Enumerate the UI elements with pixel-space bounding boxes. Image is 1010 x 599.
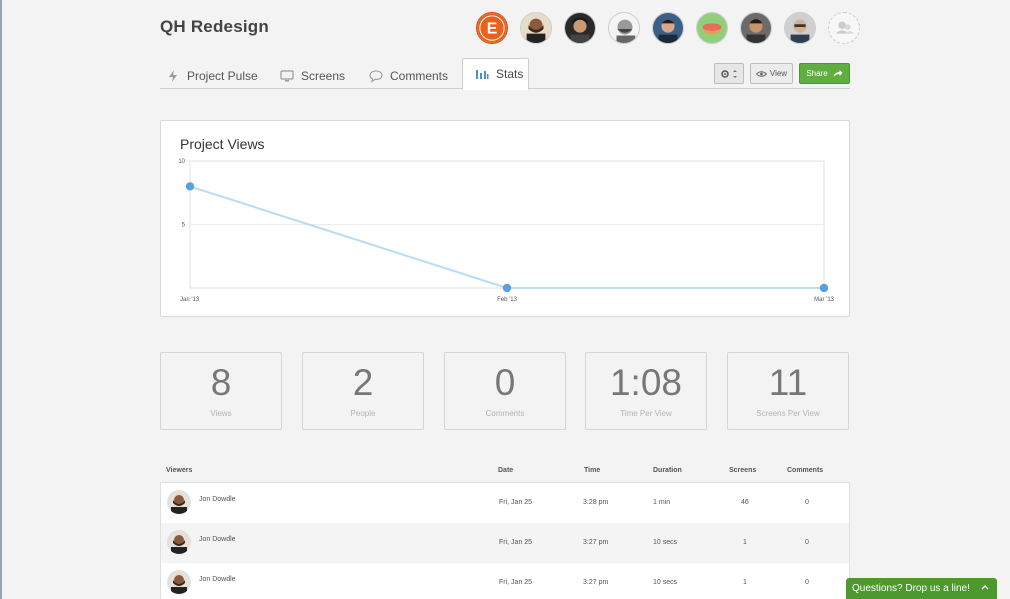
stat-label: Comments (485, 409, 525, 418)
y-tick-label: 5 (182, 223, 186, 229)
chevron-up-icon (981, 585, 989, 590)
project-tabs: Project Pulse Screens Comments Stats (160, 58, 850, 90)
eye-icon (755, 70, 767, 77)
stat-label: Views (210, 409, 232, 418)
gear-icon (721, 69, 737, 78)
avatar-logo-letter: E (487, 21, 498, 38)
avatar-user-6[interactable] (740, 12, 772, 44)
speech-bubble-icon (369, 69, 383, 83)
column-header-date[interactable]: Date (498, 467, 513, 474)
stat-comments: 0 Comments (444, 352, 566, 430)
chat-widget-label: Questions? Drop us a line! (852, 583, 970, 594)
project-views-card: Project Views 10 5 Jan '13 Feb '13 Mar '13 (160, 120, 850, 317)
cell-date: Fri, Jan 25 (499, 539, 533, 546)
viewer-avatar (167, 570, 191, 594)
cell-screens: 1 (743, 579, 747, 586)
avatar-logo[interactable]: E (476, 12, 508, 44)
viewers-table-header: Viewers Date Time Duration Screens Comme… (160, 462, 850, 482)
stat-value: 1:08 (609, 362, 682, 403)
table-row[interactable]: Jon Dowdle Fri, Jan 25 3:28 pm 1 min 46 … (161, 483, 849, 523)
left-window-edge (0, 0, 2, 599)
viewers-table: Jon Dowdle Fri, Jan 25 3:28 pm 1 min 46 … (160, 482, 850, 599)
table-row[interactable]: Jon Dowdle Fri, Jan 25 3:27 pm 10 secs 1… (161, 523, 849, 563)
cell-screens: 46 (741, 499, 749, 506)
tab-label: Screens (301, 68, 346, 83)
viewer-avatar (167, 490, 191, 514)
table-row[interactable]: Jon Dowdle Fri, Jan 25 3:27 pm 10 secs 1… (161, 563, 849, 599)
monitor-icon (280, 69, 294, 83)
viewer-avatar (167, 530, 191, 554)
stats-summary: 8 Views 2 People 0 Comments 1:08 Time Pe… (160, 352, 850, 430)
avatar-user-1[interactable] (520, 12, 552, 44)
view-button-label: View (769, 69, 788, 78)
cell-time: 3:27 pm (583, 579, 609, 586)
stat-value: 2 (352, 362, 374, 403)
avatar-user-2[interactable] (564, 12, 596, 44)
cell-time: 3:28 pm (583, 499, 609, 506)
stat-value: 0 (494, 362, 516, 403)
stat-time-per-view: 1:08 Time Per View (585, 352, 707, 430)
viewer-name: Jon Dowdle (199, 536, 236, 543)
bar-chart-icon (475, 67, 489, 81)
cell-screens: 1 (743, 539, 747, 546)
cell-comments: 0 (805, 579, 809, 586)
cell-duration: 1 min (653, 499, 671, 506)
view-button[interactable]: View (750, 63, 793, 84)
column-header-screens[interactable]: Screens (729, 467, 756, 474)
chat-widget-button[interactable]: Questions? Drop us a line! (846, 578, 997, 599)
data-point (819, 283, 829, 293)
stat-label: People (350, 409, 376, 418)
y-tick-label: 10 (178, 159, 185, 165)
tab-label: Stats (496, 67, 524, 81)
tab-stats[interactable]: Stats (462, 58, 529, 90)
data-point (185, 182, 195, 191)
cell-comments: 0 (805, 499, 809, 506)
column-header-viewers[interactable]: Viewers (166, 467, 192, 474)
stat-screens-per-view: 11 Screens Per View (727, 352, 849, 430)
share-button-label: Share (806, 69, 828, 78)
avatar-add-user[interactable] (828, 12, 860, 44)
share-arrow-icon (833, 69, 843, 77)
viewer-name: Jon Dowdle (199, 496, 236, 503)
stat-value: 8 (210, 362, 232, 403)
share-button[interactable]: Share (799, 63, 850, 84)
stat-views: 8 Views (160, 352, 282, 430)
settings-button[interactable] (714, 63, 744, 84)
x-tick-label: Feb '13 (497, 297, 517, 303)
cell-time: 3:27 pm (583, 539, 609, 546)
page-title: QH Redesign (160, 17, 269, 36)
cell-duration: 10 secs (653, 579, 678, 586)
tab-screens[interactable]: Screens (280, 62, 345, 89)
cell-comments: 0 (805, 539, 809, 546)
avatar-user-7[interactable] (784, 12, 816, 44)
stat-value: 11 (768, 362, 808, 403)
tab-label: Project Pulse (187, 68, 258, 83)
avatar-user-3[interactable] (608, 12, 640, 44)
column-header-duration[interactable]: Duration (653, 467, 682, 474)
add-user-icon (835, 21, 855, 34)
avatar-user-5[interactable] (696, 12, 728, 44)
column-header-time[interactable]: Time (584, 467, 600, 474)
avatar-user-4[interactable] (652, 12, 684, 44)
project-views-chart: 10 5 Jan '13 Feb '13 Mar '13 (178, 159, 834, 303)
series-line (189, 185, 824, 289)
tab-comments[interactable]: Comments (369, 62, 448, 89)
cell-date: Fri, Jan 25 (499, 499, 533, 506)
data-point (502, 283, 512, 293)
x-tick-label: Mar '13 (814, 297, 834, 303)
cell-date: Fri, Jan 25 (499, 579, 533, 586)
main-container: QH Redesign E Project Pulse Screens Comm… (160, 0, 860, 599)
tab-label: Comments (390, 68, 449, 83)
x-tick-label: Jan '13 (180, 297, 200, 303)
bolt-icon (166, 69, 180, 83)
stat-label: Screens Per View (756, 409, 820, 418)
stat-label: Time Per View (620, 409, 672, 418)
stat-people: 2 People (302, 352, 424, 430)
column-header-comments[interactable]: Comments (787, 467, 823, 474)
cell-duration: 10 secs (653, 539, 678, 546)
viewer-name: Jon Dowdle (199, 576, 236, 583)
tab-project-pulse[interactable]: Project Pulse (166, 62, 258, 89)
